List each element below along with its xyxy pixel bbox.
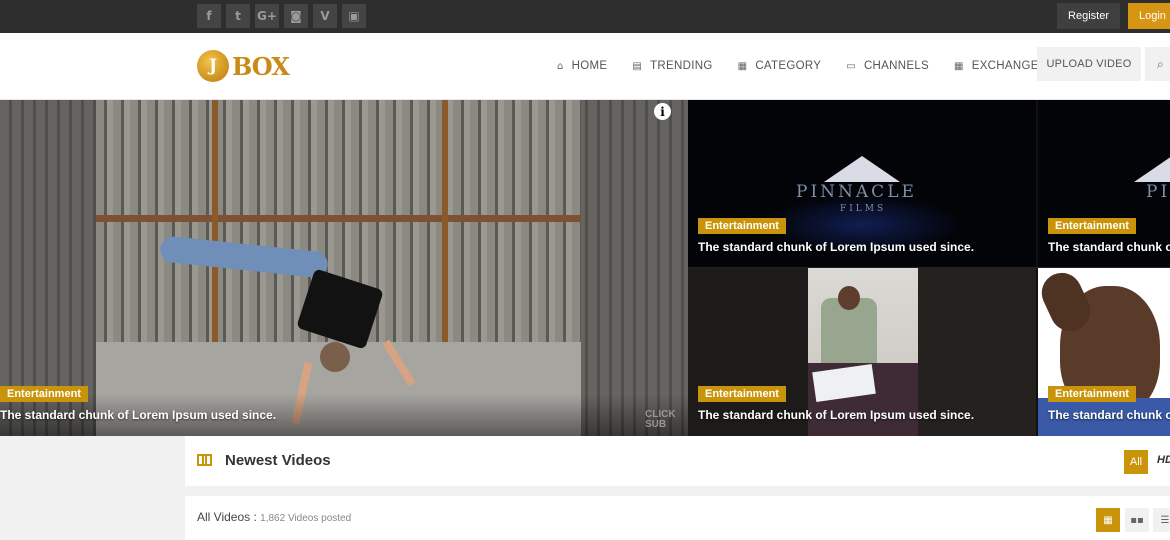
video-title[interactable]: The standard chunk of Lorem Ipsum used s… [698,240,974,254]
nav-category[interactable]: ▦ CATEGORY [738,60,822,72]
thumbnail-text: FILMS [840,204,887,214]
social-links: f t G+ ◙ V ▣ [197,4,366,28]
search-button[interactable]: ⌕ [1145,47,1170,81]
featured-video-main[interactable]: i CLICK SUB Entertainment The standard c… [0,100,688,436]
video-title[interactable]: The standard chunk o [1048,240,1170,254]
thumbnail-text: PI [1146,182,1170,202]
newest-videos-header: Newest Videos All HD [185,436,1170,486]
logo-coin-icon: J [197,50,229,82]
category-badge[interactable]: Entertainment [1048,386,1136,402]
login-button[interactable]: Login [1128,3,1170,29]
google-plus-icon[interactable]: G+ [255,4,279,28]
category-badge[interactable]: Entertainment [698,218,786,234]
video-title[interactable]: The standard chunk of Lorem Ipsum used s… [698,408,974,422]
facebook-icon[interactable]: f [197,4,221,28]
nav-label: EXCHANGER [971,60,1048,72]
featured-videos: i CLICK SUB Entertainment The standard c… [0,100,1170,436]
featured-video-item[interactable]: Entertainment The standard chunk of Lore… [688,268,1036,436]
nav-label: HOME [571,60,608,72]
list-view-icon[interactable]: ☰ [1153,508,1170,532]
film-icon: ▤ [632,60,643,72]
mountain-logo-icon [824,156,900,182]
instagram-icon[interactable]: ◙ [284,4,308,28]
divider [688,267,1170,268]
home-icon: ⌂ [557,60,564,72]
nav-channels[interactable]: ▭ CHANNELS [846,60,929,72]
thumbnail-text: PINNACLE [796,182,917,202]
category-badge[interactable]: Entertainment [698,386,786,402]
nav-label: CHANNELS [863,60,929,72]
featured-video-item[interactable]: Entertainment The standard chunk o [1038,268,1170,436]
video-title[interactable]: The standard chunk o [1048,408,1170,422]
top-bar: f t G+ ◙ V ▣ Register Login [0,0,1170,33]
section-title: Newest Videos [225,452,331,469]
logo-text: BOX [232,51,290,81]
grid-icon: ▦ [737,60,748,72]
register-button[interactable]: Register [1057,3,1120,29]
youtube-icon[interactable]: ▣ [342,4,366,28]
count-text: 1,862 Videos posted [260,513,352,524]
vimeo-icon[interactable]: V [313,4,337,28]
nav-label: CATEGORY [755,60,822,72]
info-icon[interactable]: i [654,103,671,120]
search-icon: ⌕ [1157,56,1164,71]
filter-hd-button[interactable]: HD [1157,454,1170,466]
film-icon [197,454,212,466]
mountain-logo-icon [1134,156,1170,182]
upload-video-button[interactable]: UPLOAD VIDEO [1037,47,1141,81]
filter-all-button[interactable]: All [1124,450,1148,474]
main-nav: ⌂ HOME ▤ TRENDING ▦ CATEGORY ▭ CHANNELS ▦ EXC… [557,33,1072,99]
divider [1036,100,1038,436]
auth-buttons: Register Login [1057,3,1170,29]
main-header: J BOX ⌂ HOME ▤ TRENDING ▦ CATEGORY ▭ CHANNEL… [0,33,1170,100]
featured-video-item[interactable]: PI Entertainment The standard chunk o [1038,100,1170,268]
site-logo[interactable]: J BOX [197,50,290,82]
all-videos-label: All Videos : [197,510,257,524]
videos-count: All Videos : 1,862 Videos posted [197,510,351,524]
video-title[interactable]: The standard chunk of Lorem Ipsum used s… [0,408,276,422]
category-badge[interactable]: Entertainment [0,386,88,402]
videos-toolbar: All Videos : 1,862 Videos posted ▦ ▪▪ ☰ [185,496,1170,540]
category-badge[interactable]: Entertainment [1048,218,1136,234]
thumbnail-detail [838,286,860,310]
nav-trending[interactable]: ▤ TRENDING [632,60,712,72]
nav-label: TRENDING [650,60,713,72]
featured-video-item[interactable]: PINNACLE FILMS Entertainment The standar… [688,100,1036,268]
nav-home[interactable]: ⌂ HOME [557,60,607,72]
twitter-icon[interactable]: t [226,4,250,28]
tile-view-icon[interactable]: ▪▪ [1125,508,1149,532]
grid-view-icon[interactable]: ▦ [1096,508,1120,532]
calculator-icon: ▦ [953,60,964,72]
watermark: CLICK SUB [645,409,676,430]
thumbnail-detail [96,215,581,222]
nav-exchanger[interactable]: ▦ EXCHANGER [954,60,1047,72]
monitor-icon: ▭ [846,60,856,72]
thumbnail-detail [320,342,350,372]
